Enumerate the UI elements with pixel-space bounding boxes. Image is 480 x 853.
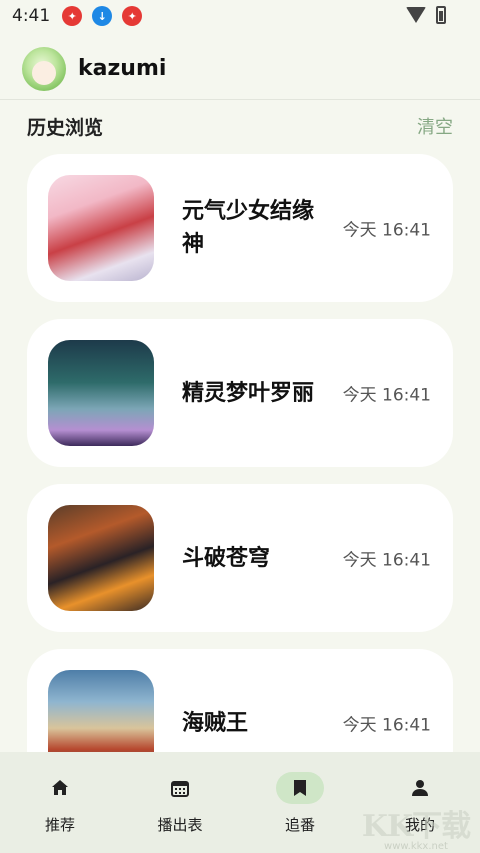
- wifi-icon: [406, 7, 426, 23]
- app-notification-icon: ✦: [62, 6, 83, 26]
- download-icon: ↓: [92, 6, 113, 26]
- anime-cover-image: [48, 505, 154, 611]
- battery-icon: [436, 6, 446, 24]
- watermark-url: www.kkx.net: [384, 840, 448, 852]
- nav-item-recommend[interactable]: 推荐: [10, 772, 110, 835]
- notification-icons: ✦ ↓ ✦: [62, 6, 143, 26]
- nav-label: 推荐: [44, 816, 75, 834]
- home-icon: [36, 772, 84, 804]
- nav-item-following[interactable]: 追番: [250, 772, 350, 835]
- nav-label: 追番: [284, 816, 315, 834]
- history-list: 元气少女结缘神 今天 16:41 精灵梦叶罗丽 今天 16:41 斗破苍穹 今天…: [27, 154, 453, 814]
- watch-time: 今天 16:41: [342, 385, 431, 406]
- username: kazumi: [78, 56, 167, 81]
- watch-time: 今天 16:41: [342, 550, 431, 571]
- anime-title: 元气少女结缘神: [182, 199, 315, 257]
- anime-title: 海贼王: [182, 710, 249, 736]
- anime-cover-image: [48, 340, 154, 446]
- status-bar: 4:41 ✦ ↓ ✦: [0, 0, 480, 32]
- anime-cover-image: [48, 175, 154, 281]
- calendar-icon: [156, 772, 204, 804]
- person-icon: [396, 772, 444, 804]
- clear-button[interactable]: 清空: [417, 113, 453, 139]
- history-section-header: 历史浏览 清空: [0, 108, 480, 144]
- status-time: 4:41: [12, 6, 51, 26]
- anime-title: 精灵梦叶罗丽: [182, 380, 315, 406]
- history-card[interactable]: 元气少女结缘神 今天 16:41: [27, 154, 453, 302]
- anime-title: 斗破苍穹: [182, 545, 271, 571]
- section-title: 历史浏览: [27, 116, 104, 139]
- watermark: KK下载 www.kkx.net: [356, 801, 476, 852]
- history-card[interactable]: 斗破苍穹 今天 16:41: [27, 484, 453, 632]
- watch-time: 今天 16:41: [342, 220, 431, 241]
- header: kazumi: [0, 38, 480, 100]
- nav-label: 播出表: [157, 816, 203, 834]
- bookmark-icon: [276, 772, 324, 804]
- watch-time: 今天 16:41: [342, 715, 431, 736]
- avatar[interactable]: [22, 46, 66, 91]
- app-notification-icon: ✦: [122, 6, 143, 26]
- watermark-logo: KK下载: [361, 808, 471, 844]
- history-card[interactable]: 精灵梦叶罗丽 今天 16:41: [27, 319, 453, 467]
- nav-item-schedule[interactable]: 播出表: [130, 772, 230, 835]
